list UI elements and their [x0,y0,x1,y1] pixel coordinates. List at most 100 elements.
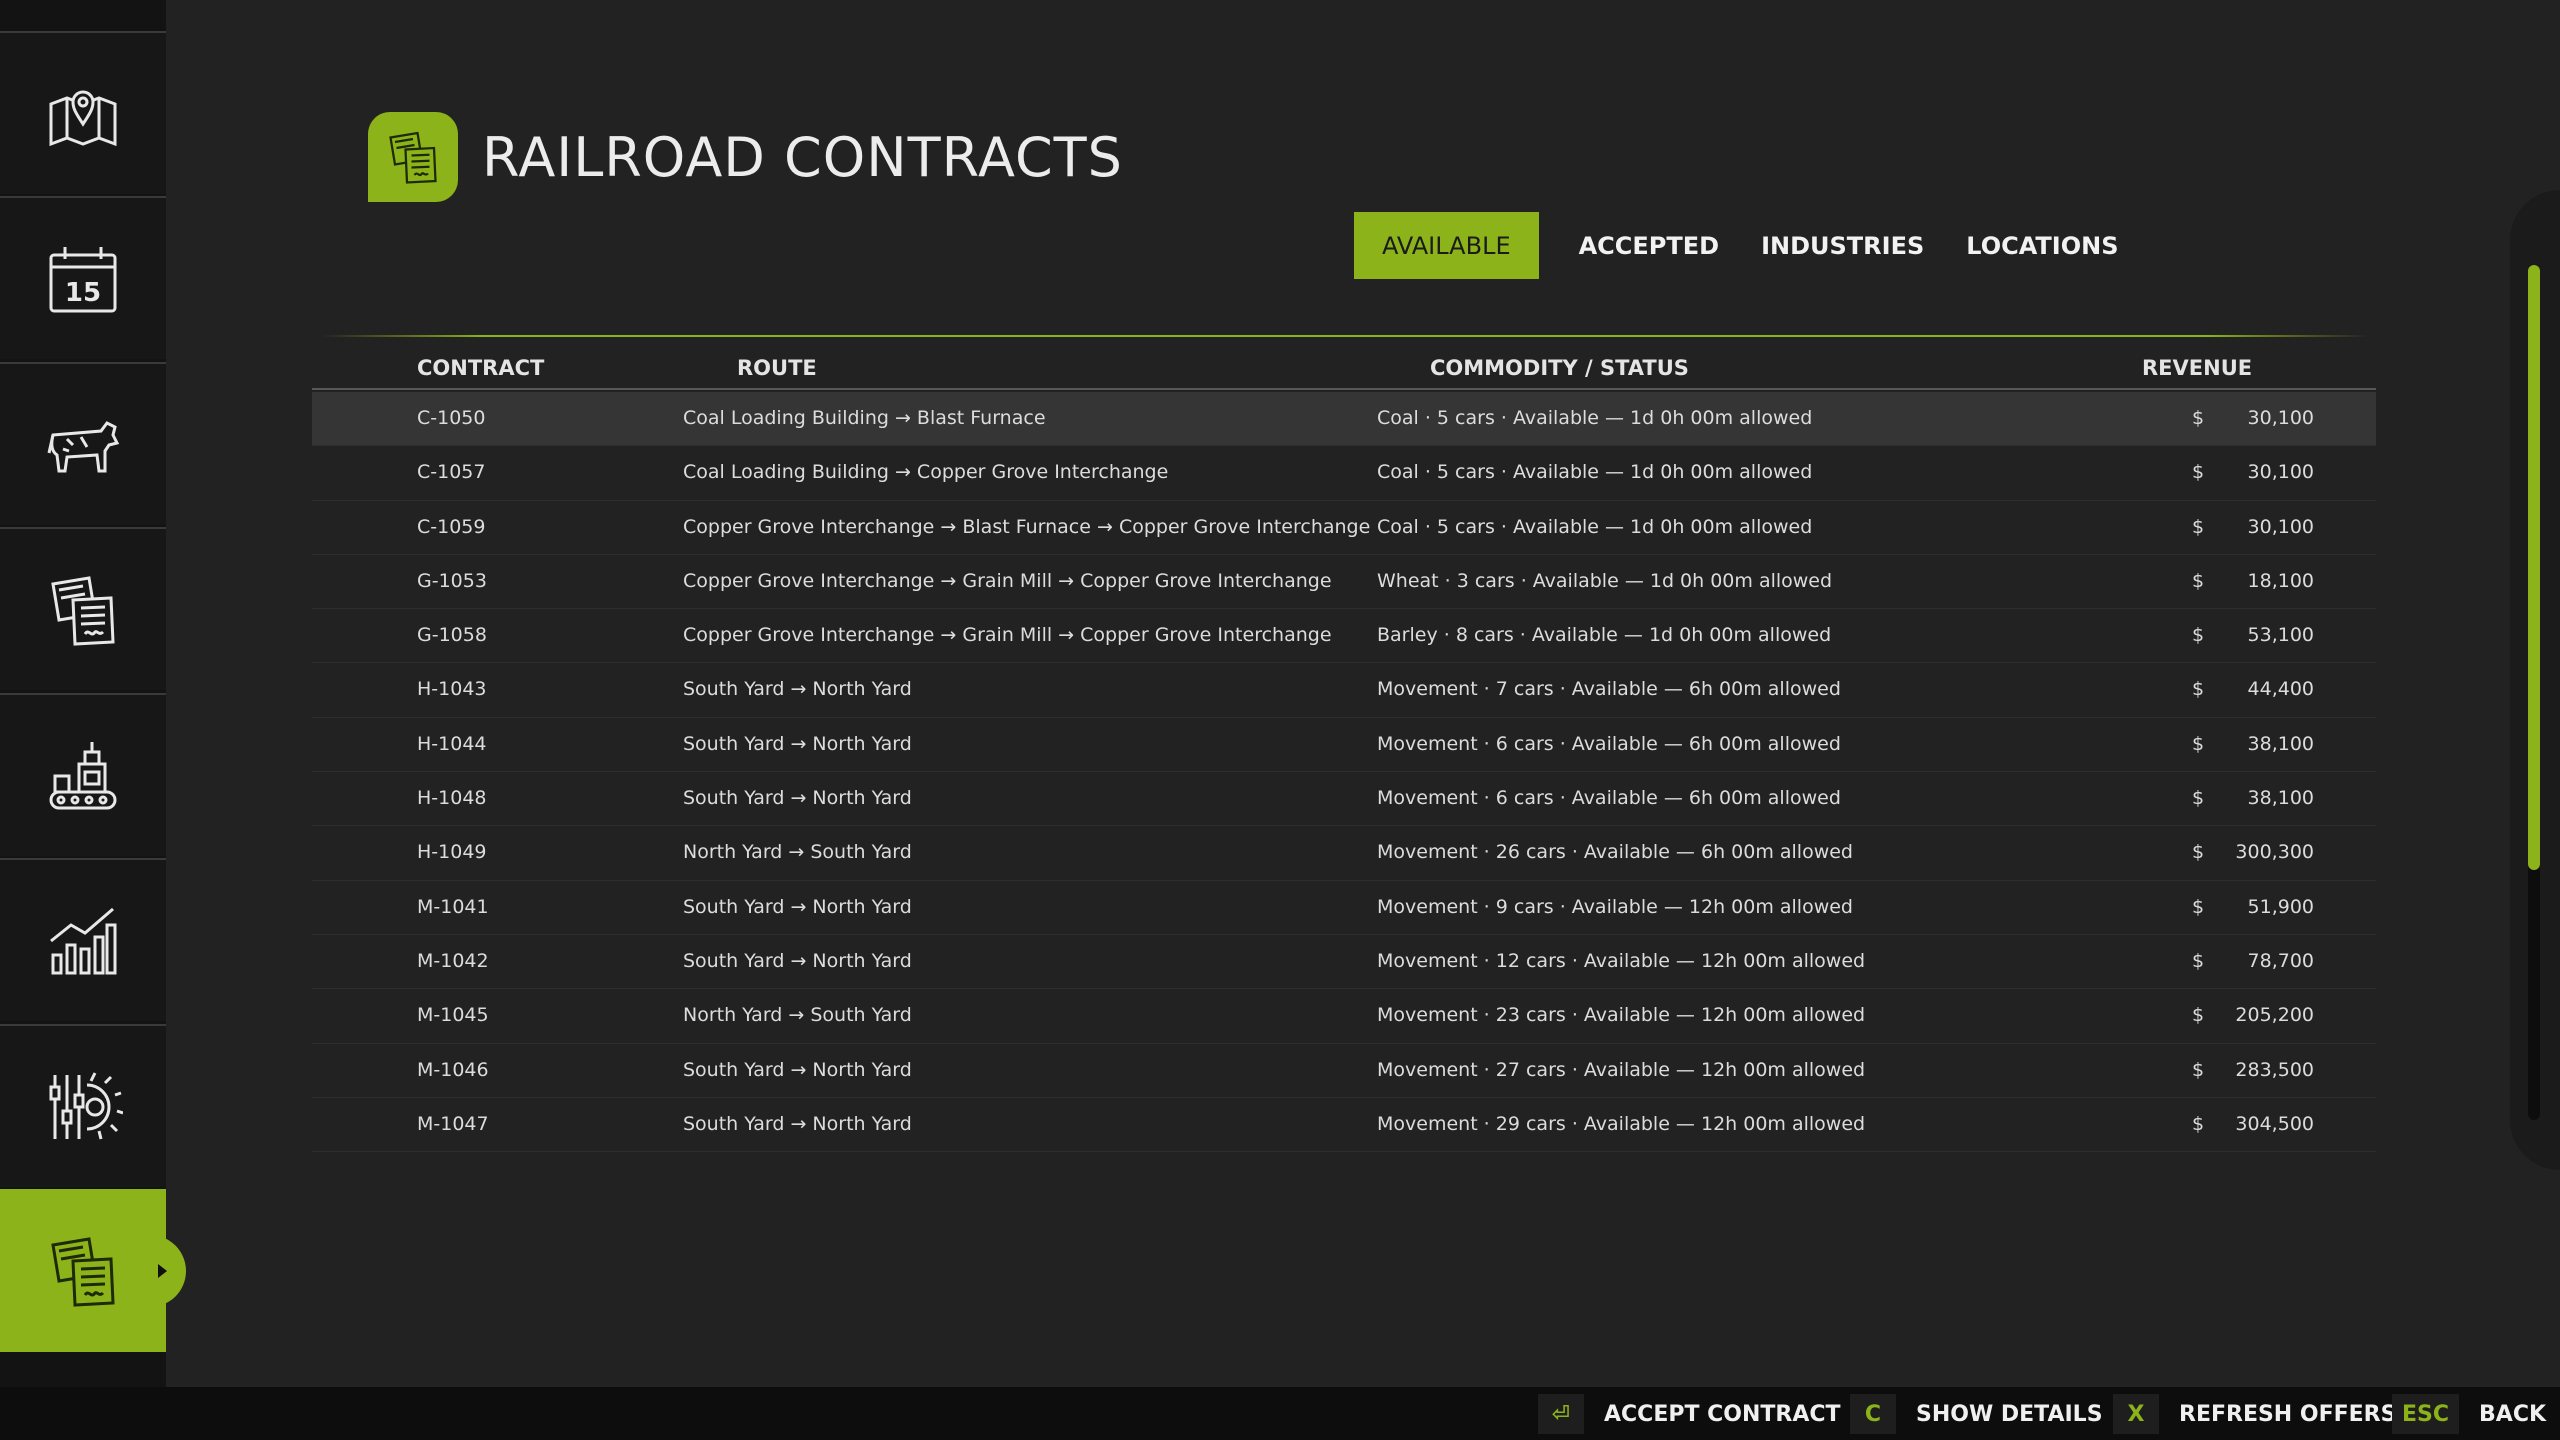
contract-id: G-1058 [417,624,487,647]
revenue-amount: 44,400 [2247,678,2314,701]
currency-symbol: $ [2192,949,2205,972]
table-row[interactable]: C-1057 Coal Loading Building → Copper Gr… [312,446,2376,501]
contract-route: South Yard → North Yard [683,895,912,918]
contract-status: Coal · 5 cars · Available — 1d 0h 00m al… [1377,515,1813,538]
currency-symbol: $ [2192,732,2205,755]
hint-label: BACK [2479,1401,2547,1427]
table-row[interactable]: M-1046 South Yard → North Yard Movement … [312,1044,2376,1098]
currency-symbol: $ [2192,1112,2205,1135]
sidebar-item-statistics[interactable] [0,858,166,1021]
table-row[interactable]: C-1059 Copper Grove Interchange → Blast … [312,501,2376,555]
tab-accepted[interactable]: ACCEPTED [1579,212,1761,279]
contract-route: South Yard → North Yard [683,1058,912,1081]
sidebar-item-production[interactable] [0,693,166,856]
currency-symbol: $ [2192,624,2205,647]
show-details-button[interactable]: C SHOW DETAILS [1850,1394,2103,1434]
contract-id: C-1057 [417,461,486,484]
table-row[interactable]: H-1048 South Yard → North Yard Movement … [312,772,2376,827]
contract-id: C-1059 [417,515,486,538]
currency-symbol: $ [2192,515,2205,538]
contract-status: Movement · 6 cars · Available — 6h 00m a… [1377,787,1841,810]
table-row[interactable]: H-1043 South Yard → North Yard Movement … [312,663,2376,718]
table-header: CONTRACT ROUTE COMMODITY / STATUS REVENU… [312,352,2376,390]
contracts-icon [51,575,115,646]
sidebar-item-animals[interactable] [0,362,166,525]
column-header-revenue: REVENUE [2142,356,2253,380]
contract-id: M-1045 [417,1004,489,1027]
contract-id: M-1041 [417,895,489,918]
table-row[interactable]: M-1047 South Yard → North Yard Movement … [312,1098,2376,1153]
sidebar-item-settings[interactable] [0,1024,166,1187]
currency-symbol: $ [2192,787,2205,810]
contract-status: Movement · 26 cars · Available — 6h 00m … [1377,841,1853,864]
sidebar-item-railroad-contracts[interactable] [0,1189,186,1352]
hint-label: SHOW DETAILS [1916,1401,2103,1427]
contract-id: M-1042 [417,949,489,972]
table-row[interactable]: G-1053 Copper Grove Interchange → Grain … [312,555,2376,610]
key-badge: C [1850,1394,1896,1434]
contract-route: Copper Grove Interchange → Grain Mill → … [683,624,1332,647]
contract-status: Coal · 5 cars · Available — 1d 0h 00m al… [1377,461,1813,484]
revenue-amount: 304,500 [2235,1112,2314,1135]
animals-icon [47,420,120,472]
revenue-amount: 53,100 [2247,624,2314,647]
table-row[interactable]: M-1042 South Yard → North Yard Movement … [312,935,2376,990]
table-row[interactable]: C-1050 Coal Loading Building → Blast Fur… [312,392,2376,447]
statistics-icon [50,907,117,974]
key-badge: X [2113,1394,2159,1434]
sidebar-item-calendar[interactable]: 15 [0,196,166,359]
contract-id: H-1049 [417,841,487,864]
contract-route: South Yard → North Yard [683,732,912,755]
enter-key-icon: ⏎ [1538,1394,1584,1434]
revenue-amount: 30,100 [2247,461,2314,484]
contract-status: Barley · 8 cars · Available — 1d 0h 00m … [1377,624,1832,647]
contract-id: M-1047 [417,1112,489,1135]
currency-symbol: $ [2192,678,2205,701]
contract-status: Coal · 5 cars · Available — 1d 0h 00m al… [1377,407,1813,429]
tab-industries[interactable]: INDUSTRIES [1761,212,1966,279]
production-icon [49,741,117,809]
revenue-amount: 300,300 [2235,841,2314,864]
scrollbar-thumb[interactable] [2528,265,2540,870]
currency-symbol: $ [2192,569,2205,592]
contract-status: Movement · 29 cars · Available — 12h 00m… [1377,1112,1866,1135]
sidebar-item-map[interactable] [0,31,166,194]
currency-symbol: $ [2192,461,2205,484]
contract-route: Coal Loading Building → Blast Furnace [683,407,1046,429]
currency-symbol: $ [2192,841,2205,864]
currency-symbol: $ [2192,895,2205,918]
contract-id: C-1050 [417,407,486,429]
contract-status: Movement · 9 cars · Available — 12h 00m … [1377,895,1853,918]
sidebar-item-contracts[interactable] [0,527,166,690]
key-badge: ESC [2392,1394,2460,1434]
contract-id: G-1053 [417,569,487,592]
page-title-icon [368,112,458,202]
table-row[interactable]: G-1058 Copper Grove Interchange → Grain … [312,609,2376,664]
revenue-amount: 283,500 [2235,1058,2314,1081]
calendar-icon: 15 [49,246,117,312]
contracts-icon [389,131,437,184]
table-row[interactable]: M-1045 North Yard → South Yard Movement … [312,989,2376,1044]
tab-available[interactable]: AVAILABLE [1354,212,1539,279]
contracts-icon [51,1236,115,1307]
table-row[interactable]: M-1041 South Yard → North Yard Movement … [312,881,2376,935]
tab-locations[interactable]: LOCATIONS [1966,212,2160,279]
revenue-amount: 205,200 [2235,1004,2314,1027]
contract-route: North Yard → South Yard [683,841,912,864]
sidebar: 15 [0,0,186,1387]
contract-route: South Yard → North Yard [683,678,912,701]
refresh-offers-button[interactable]: X REFRESH OFFERS [2113,1394,2396,1434]
table-row[interactable]: H-1044 South Yard → North Yard Movement … [312,718,2376,773]
table-row[interactable]: H-1049 North Yard → South Yard Movement … [312,826,2376,881]
back-button[interactable]: ESC BACK [2392,1394,2546,1434]
contract-status: Movement · 23 cars · Available — 12h 00m… [1377,1004,1866,1027]
hint-label: ACCEPT CONTRACT [1604,1401,1841,1427]
revenue-amount: 38,100 [2247,732,2314,755]
accept-contract-button[interactable]: ⏎ ACCEPT CONTRACT [1538,1394,1841,1434]
tab-bar: AVAILABLE ACCEPTED INDUSTRIES LOCATIONS [1354,212,2161,279]
contract-route: Coal Loading Building → Copper Grove Int… [683,461,1169,484]
svg-text:15: 15 [65,278,101,308]
column-header-commodity-status: COMMODITY / STATUS [1430,356,1689,380]
currency-symbol: $ [2192,407,2205,429]
currency-symbol: $ [2192,1004,2205,1027]
